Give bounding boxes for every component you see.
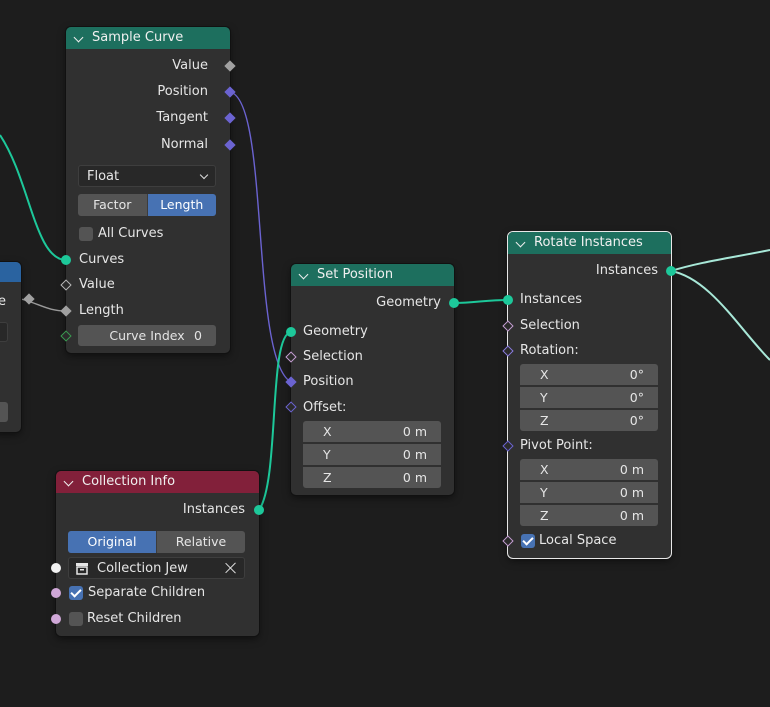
node-title: Set Position — [317, 267, 394, 282]
input-position-label: Position — [303, 374, 354, 389]
original-button[interactable]: Original — [68, 531, 156, 553]
rotation-y-field[interactable]: Y 0° — [520, 387, 658, 408]
local-space-checkbox[interactable] — [521, 534, 535, 548]
partial-node-left[interactable]: e — [0, 262, 35, 432]
input-reset-children-socket[interactable] — [51, 614, 61, 624]
output-instances-socket[interactable] — [666, 266, 676, 276]
collection-icon — [76, 563, 88, 575]
mode-factor-button[interactable]: Factor — [78, 194, 147, 216]
input-geometry-label: Geometry — [303, 324, 368, 339]
rotate-instances-header[interactable]: Rotate Instances — [508, 232, 671, 254]
sample-curve-node[interactable]: Sample Curve Value Position Tangent Norm… — [60, 27, 236, 353]
offset-y-field[interactable]: Y0 m — [303, 444, 441, 465]
link-curves — [0, 134, 67, 261]
input-collection-socket[interactable] — [51, 563, 61, 573]
output-geometry-socket[interactable] — [449, 298, 459, 308]
output-instances-label: Instances — [182, 502, 245, 517]
set-position-header[interactable]: Set Position — [291, 264, 454, 286]
node-title: Collection Info — [82, 474, 176, 489]
collection-info-node[interactable]: Collection Info Instances Original Relat… — [51, 471, 264, 636]
output-instances-label: Instances — [595, 263, 658, 278]
set-position-node[interactable]: Set Position Geometry Geometry Selection… — [285, 264, 459, 495]
output-instances-socket[interactable] — [254, 505, 264, 515]
mode-length-button[interactable]: Length — [146, 194, 216, 216]
input-value-label: Value — [79, 277, 115, 292]
node-title: Rotate Instances — [534, 235, 643, 250]
chevron-down-icon — [199, 170, 209, 180]
partial-socket-label: e — [0, 294, 6, 309]
output-tangent: Tangent — [156, 110, 208, 125]
rotation-x-field[interactable]: X 0° — [520, 364, 658, 385]
link-out-2 — [670, 270, 770, 361]
output-position: Position — [157, 84, 208, 99]
clear-icon[interactable] — [224, 561, 238, 575]
sample-curve-header[interactable]: Sample Curve — [66, 27, 230, 49]
pivot-z-field[interactable]: Z0 m — [520, 505, 658, 526]
link-out-1 — [670, 249, 770, 272]
separate-children-checkbox[interactable] — [69, 586, 83, 600]
input-offset-label: Offset: — [303, 400, 347, 415]
local-space-label: Local Space — [539, 533, 617, 548]
input-separate-children-socket[interactable] — [51, 588, 61, 598]
input-curve-index-socket[interactable] — [60, 330, 72, 342]
collapse-chevron-icon[interactable] — [298, 269, 309, 280]
input-instances-label: Instances — [520, 292, 583, 307]
collapse-chevron-icon[interactable] — [515, 237, 526, 248]
output-normal: Normal — [160, 137, 208, 152]
pivot-y-field[interactable]: Y0 m — [520, 482, 658, 503]
rotate-instances-node[interactable]: Rotate Instances Instances Instances Sel… — [502, 232, 676, 558]
transform-space-toggle[interactable]: Original Relative — [68, 531, 245, 553]
partial-dropdown[interactable] — [0, 322, 8, 342]
partial-output-socket[interactable] — [23, 293, 35, 305]
input-selection-label: Selection — [303, 349, 363, 364]
input-pivot-label: Pivot Point: — [520, 438, 593, 453]
node-title: Sample Curve — [92, 30, 184, 45]
curve-index-field[interactable]: Curve Index 0 — [78, 325, 216, 346]
pivot-x-field[interactable]: X0 m — [520, 459, 658, 480]
link-geometry-to-instances — [453, 299, 509, 304]
collapse-chevron-icon[interactable] — [63, 476, 74, 487]
all-curves-checkbox[interactable] — [79, 227, 93, 241]
all-curves-label: All Curves — [98, 226, 164, 241]
reset-children-checkbox[interactable] — [69, 612, 83, 626]
input-length-label: Length — [79, 303, 124, 318]
input-selection-label: Selection — [520, 318, 580, 333]
offset-x-field[interactable]: X0 m — [303, 421, 441, 442]
partial-node-header — [0, 262, 21, 282]
data-type-dropdown[interactable]: Float — [78, 165, 216, 187]
collection-field[interactable]: Collection Jew — [68, 557, 245, 579]
partial-field[interactable] — [0, 402, 8, 422]
relative-button[interactable]: Relative — [156, 531, 245, 553]
input-curves-label: Curves — [79, 252, 125, 267]
rotation-z-field[interactable]: Z 0° — [520, 410, 658, 431]
output-value: Value — [172, 58, 208, 73]
output-geometry-label: Geometry — [376, 295, 441, 310]
collection-info-header[interactable]: Collection Info — [56, 471, 259, 493]
reset-children-label: Reset Children — [87, 611, 182, 626]
link-position — [229, 91, 292, 383]
input-local-space-socket[interactable] — [502, 535, 514, 547]
collapse-chevron-icon[interactable] — [73, 32, 84, 43]
mode-toggle[interactable]: Factor Length — [78, 194, 216, 216]
separate-children-label: Separate Children — [88, 585, 206, 600]
input-rotation-label: Rotation: — [520, 343, 579, 358]
offset-z-field[interactable]: Z0 m — [303, 467, 441, 488]
